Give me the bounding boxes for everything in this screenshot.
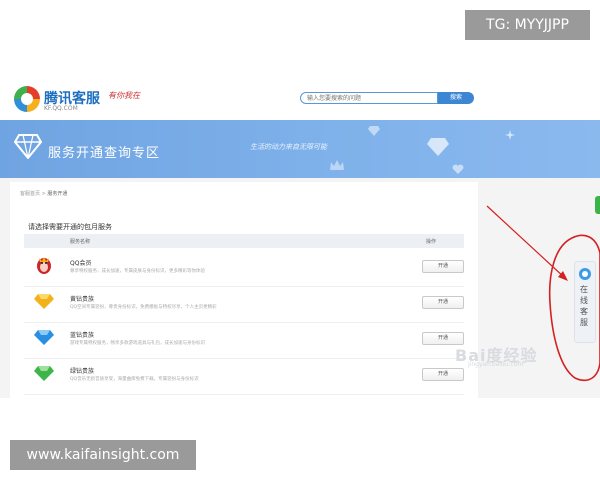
browser-page: 腾讯客服 KF.QQ.COM 有你我在 搜索 服务开通查询专区 生活的动力来自无… xyxy=(0,78,600,398)
table-row-blue-diamond: 蓝钻贵族 游戏专属特权服务，畅享多款游戏道具与礼包，成长加速与身份标识 开通 xyxy=(24,322,464,359)
heart-icon xyxy=(452,164,464,174)
qq-penguin-icon xyxy=(37,257,51,274)
service-name: 绿钻贵族 xyxy=(70,368,95,375)
open-yellow-diamond-button[interactable]: 开通 xyxy=(422,296,464,309)
annotation-arrowhead xyxy=(558,271,568,281)
small-diamond-icon xyxy=(368,126,380,136)
chat-bubble-icon xyxy=(579,268,591,280)
service-name: 蓝钻贵族 xyxy=(70,332,95,339)
section-prompt: 请选择需要开通的包月服务 xyxy=(28,223,112,231)
online-service-label: 在线客服 xyxy=(580,285,588,327)
open-green-diamond-button[interactable]: 开通 xyxy=(422,368,464,381)
table-row-yellow-diamond: 黄钻贵族 QQ空间专属装扮，尊贵身份标识，免费模板与特权尽享，个人主页更精彩 开… xyxy=(24,286,464,323)
column-service: 服务名称 xyxy=(70,239,91,245)
brand-slogan: 有你我在 xyxy=(108,91,140,100)
service-desc: 尊享特权服务，成长加速，专属皮肤与身份标识，更多精彩等你体验 xyxy=(70,269,205,274)
yellow-diamond-icon xyxy=(34,294,54,309)
banner-title: 服务开通查询专区 xyxy=(48,146,161,161)
table-row-qq-vip: QQ会员 尊享特权服务，成长加速，专属皮肤与身份标识，更多精彩等你体验 开通 xyxy=(24,250,464,287)
large-diamond-icon xyxy=(427,138,449,156)
sparkle-icon xyxy=(505,130,515,140)
brand-domain: KF.QQ.COM xyxy=(44,105,78,112)
search-input[interactable] xyxy=(300,92,438,104)
banner-slogan: 生活的动力来自无限可能 xyxy=(250,143,327,151)
breadcrumb-separator: > xyxy=(41,191,46,197)
open-qq-vip-button[interactable]: 开通 xyxy=(422,260,464,273)
tencent-logo-icon[interactable] xyxy=(14,86,40,112)
search-button[interactable]: 搜索 xyxy=(438,92,474,104)
table-row-green-diamond: 绿钻贵族 QQ音乐无损音质享受，海量曲库免费下载，专属装扮与身份标识 开通 xyxy=(24,358,464,395)
breadcrumb-home[interactable]: 客服首页 xyxy=(20,191,40,197)
breadcrumb-current: 服务开通 xyxy=(47,191,68,197)
watermark-bottom: www.kaifainsight.com xyxy=(10,440,196,470)
service-name: QQ会员 xyxy=(70,260,92,267)
column-action: 操作 xyxy=(426,239,437,245)
service-desc: QQ音乐无损音质享受，海量曲库免费下载，专属装扮与身份标识 xyxy=(70,377,199,382)
crown-icon xyxy=(330,160,344,170)
service-desc: QQ空间专属装扮，尊贵身份标识，免费模板与特权尽享，个人主页更精彩 xyxy=(70,305,217,310)
green-edge-tab[interactable] xyxy=(595,196,600,214)
watermark-top: TG: MYYJJPP xyxy=(465,10,590,40)
baidu-watermark-domain: jingyan.baidu.com xyxy=(468,361,524,368)
service-name: 黄钻贵族 xyxy=(70,296,95,303)
content-panel: 客服首页 > 服务开通 请选择需要开通的包月服务 服务名称 操作 QQ会员 尊享… xyxy=(10,182,478,398)
top-header: 腾讯客服 KF.QQ.COM 有你我在 搜索 xyxy=(0,78,600,121)
blue-diamond-icon xyxy=(34,330,54,345)
breadcrumb: 客服首页 > 服务开通 xyxy=(20,190,67,197)
service-desc: 游戏专属特权服务，畅享多款游戏道具与礼包，成长加速与身份标识 xyxy=(70,341,205,346)
table-header: 服务名称 操作 xyxy=(24,234,464,248)
annotation-arrow-line xyxy=(486,205,566,279)
green-diamond-icon xyxy=(34,366,54,381)
online-service-tab[interactable]: 在线客服 xyxy=(574,261,596,343)
diamond-icon xyxy=(14,134,42,159)
